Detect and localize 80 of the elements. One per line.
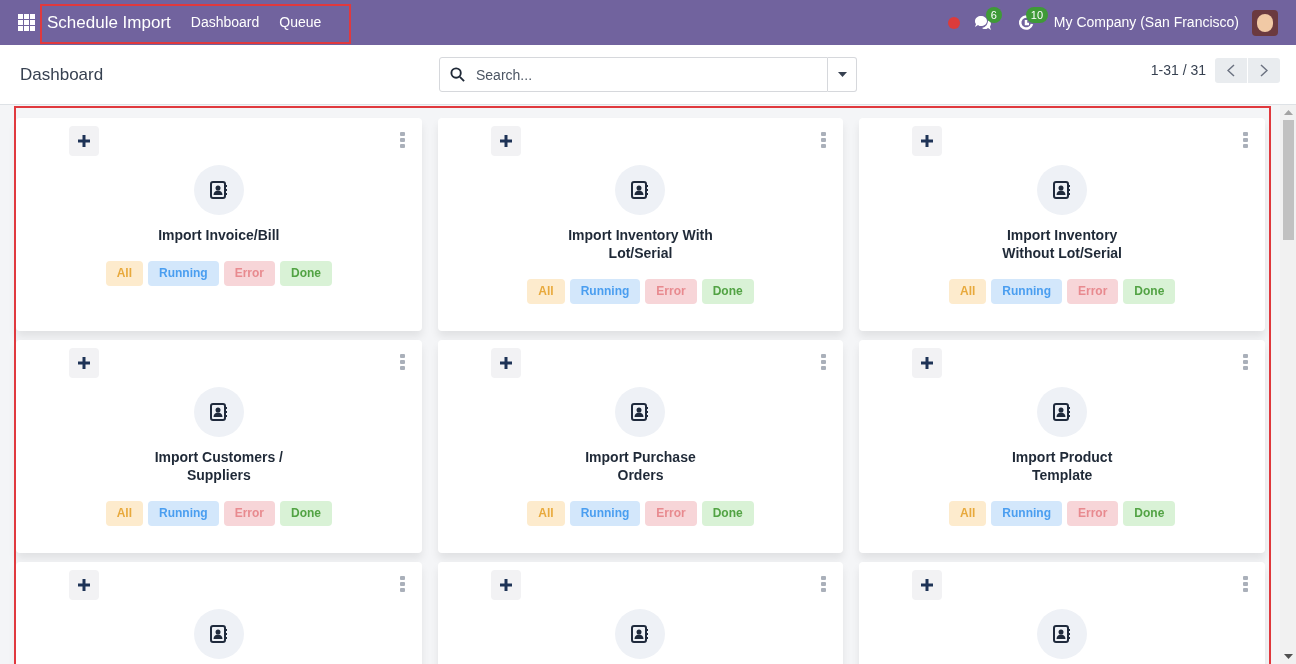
search-icon [450, 67, 465, 82]
add-button[interactable] [69, 126, 99, 156]
status-filter-button[interactable]: All [527, 279, 565, 304]
add-button[interactable] [69, 348, 99, 378]
card-title: Import Inventory With Lot/Serial [567, 226, 714, 262]
status-filter-button[interactable]: All [105, 501, 143, 526]
add-button[interactable] [912, 126, 943, 156]
search-field[interactable]: Search... [439, 57, 828, 92]
card-title: Import Inventory Without Lot/Serial [1001, 226, 1123, 262]
pager-value[interactable]: 1-31 / 31 [1150, 60, 1206, 81]
company-switcher[interactable]: My Company (San Francisco) [1053, 12, 1239, 33]
scroll-up-icon[interactable] [1283, 110, 1293, 115]
chevron-left-icon [1227, 64, 1235, 77]
notification-badge: 10 [1025, 6, 1049, 23]
status-filter-button[interactable]: Running [148, 501, 219, 526]
status-filter-button[interactable]: Done [701, 279, 754, 304]
add-button[interactable] [912, 570, 943, 600]
card-title: Import Invoice/Bill [157, 226, 281, 244]
chevron-right-icon [1260, 64, 1268, 77]
status-filter-button[interactable]: Error [645, 279, 697, 304]
status-filter-button[interactable]: All [949, 279, 987, 304]
address-book-icon [209, 625, 228, 643]
add-button[interactable] [912, 348, 943, 378]
plus-icon [499, 135, 512, 147]
add-button[interactable] [490, 570, 521, 600]
status-filter-button[interactable]: Running [148, 261, 219, 286]
menu-link[interactable]: Dashboard [180, 12, 270, 33]
add-button[interactable] [490, 126, 521, 156]
next-button[interactable] [1248, 58, 1280, 83]
status-filter-button[interactable]: Error [223, 261, 275, 286]
caret-icon [837, 72, 847, 77]
card-title: Import Product Template [1011, 448, 1114, 484]
plus-icon [499, 357, 512, 369]
address-book-icon [631, 403, 650, 421]
status-filter-button[interactable]: Error [1067, 501, 1119, 526]
status-filter-button[interactable]: All [105, 261, 143, 286]
status-filter-button[interactable]: Done [701, 501, 754, 526]
status-filter-button[interactable]: Error [1067, 279, 1119, 304]
status-filter-button[interactable]: Running [569, 279, 641, 304]
chat-icon[interactable] [973, 14, 992, 31]
status-filter-button[interactable]: Running [991, 279, 1062, 304]
status-filter-button[interactable]: Error [223, 501, 275, 526]
address-book-icon [631, 625, 650, 643]
address-book-icon [1053, 403, 1072, 421]
plus-icon [499, 579, 512, 591]
address-book-icon [631, 181, 650, 199]
status-filter-button[interactable]: Running [569, 501, 641, 526]
address-book-icon [209, 403, 228, 421]
scrollbar[interactable] [1280, 105, 1296, 664]
status-filter-button[interactable]: Running [991, 501, 1062, 526]
apps-menu-icon[interactable] [18, 14, 35, 31]
address-book-icon [209, 181, 228, 199]
plus-icon [921, 135, 934, 147]
plus-icon [921, 357, 934, 369]
plus-icon [78, 135, 90, 147]
scrollbar-thumb[interactable] [1282, 120, 1294, 240]
status-filter-button[interactable]: Done [280, 501, 332, 526]
app-title[interactable]: Schedule Import [47, 9, 171, 36]
previous-button[interactable] [1215, 58, 1247, 83]
card-title: Import Customers / Suppliers [153, 448, 284, 484]
status-filter-button[interactable]: Done [1123, 501, 1176, 526]
search-options-toggle[interactable] [828, 57, 857, 92]
address-book-icon [1053, 181, 1072, 199]
breadcrumb: Dashboard [20, 63, 105, 86]
menu-link[interactable]: Queue [269, 12, 332, 33]
status-filter-button[interactable]: Error [645, 501, 697, 526]
card-title: Import Purchase Orders [584, 448, 697, 484]
plus-icon [78, 357, 90, 369]
status-filter-button[interactable]: Done [280, 261, 332, 286]
add-button[interactable] [490, 348, 521, 378]
address-book-icon [1053, 625, 1072, 643]
add-button[interactable] [69, 570, 99, 600]
status-filter-button[interactable]: All [949, 501, 987, 526]
scroll-down-icon[interactable] [1283, 654, 1293, 659]
notification-badge: 6 [985, 6, 1002, 23]
plus-icon [921, 579, 934, 591]
status-filter-button[interactable]: Done [1123, 279, 1176, 304]
plus-icon [78, 579, 90, 591]
user-avatar[interactable] [1252, 9, 1278, 36]
status-filter-button[interactable]: All [527, 501, 565, 526]
